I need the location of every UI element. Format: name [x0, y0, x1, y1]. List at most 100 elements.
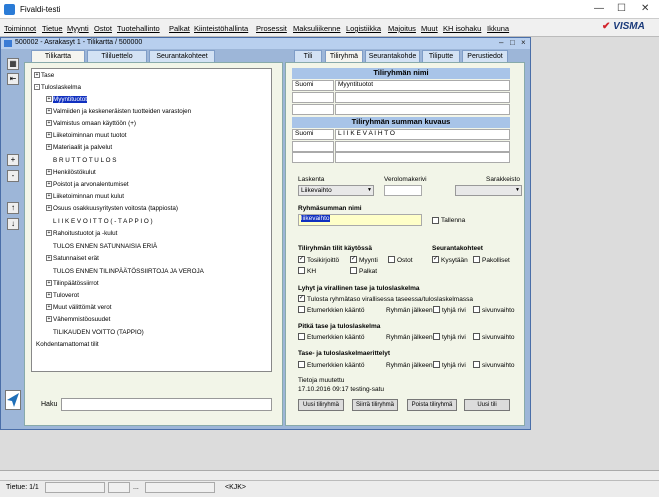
- pitka-sivu-checkbox[interactable]: [473, 333, 480, 340]
- menu-logistiikka[interactable]: Logistiikka: [346, 24, 381, 33]
- group-sum-lang[interactable]: Suomi: [292, 129, 334, 140]
- ryhmasumma-input[interactable]: liikevaihto: [298, 214, 422, 226]
- pitka-etumerkki-checkbox[interactable]: [298, 333, 305, 340]
- tree-node-henkilostokulut[interactable]: + Henkilöstökulut: [46, 169, 96, 176]
- move-group-button[interactable]: Siirrä tiliryhmä: [352, 399, 398, 411]
- exit-icon[interactable]: ⇤: [7, 73, 19, 85]
- menu-majoitus[interactable]: Majoitus: [388, 24, 416, 33]
- expand-icon[interactable]: +: [46, 316, 52, 323]
- close-icon[interactable]: ✕: [641, 3, 649, 14]
- expand-icon[interactable]: +: [46, 169, 52, 176]
- arrow-down-icon[interactable]: ↓: [7, 218, 19, 230]
- expand-icon[interactable]: +: [46, 304, 52, 311]
- group-sum-lang-2[interactable]: [292, 141, 334, 152]
- tree-node-tulos-ennen-satunnaisia[interactable]: TULOS ENNEN SATUNNAISIA ERIÄ: [53, 243, 157, 250]
- menu-ikkuna[interactable]: Ikkuna: [487, 24, 509, 33]
- expand-icon[interactable]: +: [46, 144, 52, 151]
- tree-node-muut-verot[interactable]: + Muut välittömät verot: [46, 304, 111, 311]
- minimize-icon[interactable]: —: [594, 3, 604, 14]
- tree-node-osakkuus[interactable]: + Osuus osakkuusyritysten voitosta (tappi…: [46, 205, 178, 212]
- new-group-button[interactable]: Uusi tiliryhmä: [298, 399, 344, 411]
- lyhyt-etumerkki-checkbox[interactable]: [298, 306, 305, 313]
- tree-node-kohdentamattomat[interactable]: Kohdentamattomat tilit: [36, 341, 99, 348]
- menu-tuotehallinto[interactable]: Tuotehallinto: [117, 24, 160, 33]
- plus-icon[interactable]: +: [7, 154, 19, 166]
- delete-group-button[interactable]: Poista tiliryhmä: [407, 399, 457, 411]
- palkat-checkbox[interactable]: [350, 267, 357, 274]
- menu-prosessit[interactable]: Prosessit: [256, 24, 287, 33]
- expand-icon[interactable]: +: [34, 72, 40, 79]
- tree-node-tuloverot[interactable]: + Tuloverot: [46, 292, 79, 299]
- tree-node-valmistus[interactable]: + Valmistus omaan käyttöön (+): [46, 120, 136, 127]
- group-name-lang-2[interactable]: [292, 92, 334, 103]
- group-sum-lang-3[interactable]: [292, 152, 334, 163]
- group-name-lang[interactable]: Suomi: [292, 80, 334, 91]
- erittely-sivu-checkbox[interactable]: [473, 361, 480, 368]
- tree-node-tilinpaatossiirrot[interactable]: + Tilinpäätössiirrot: [46, 280, 99, 287]
- erittely-tyhja-checkbox[interactable]: [433, 361, 440, 368]
- menu-toiminnot[interactable]: Toiminnot: [4, 24, 36, 33]
- pitka-tyhja-checkbox[interactable]: [433, 333, 440, 340]
- account-tree[interactable]: + Tase - Tuloslaskelma + Myyntituotot + Valm…: [31, 68, 272, 372]
- tree-node-materiaalit[interactable]: + Materiaalit ja palvelut: [46, 144, 112, 151]
- tree-node-bruttotulos[interactable]: B R U T T O T U L O S: [53, 157, 116, 164]
- menu-palkat[interactable]: Palkat: [169, 24, 190, 33]
- lyhyt-tyhja-checkbox[interactable]: [433, 306, 440, 313]
- myynti-checkbox[interactable]: ✓: [350, 256, 357, 263]
- menu-ostot[interactable]: Ostot: [94, 24, 112, 33]
- expand-icon[interactable]: +: [46, 108, 52, 115]
- verolomake-input[interactable]: [384, 185, 422, 196]
- expand-icon[interactable]: +: [46, 120, 52, 127]
- ostot-checkbox[interactable]: [388, 256, 395, 263]
- tositesyotto-checkbox[interactable]: ✓: [298, 256, 305, 263]
- menu-kiinteistohallinta[interactable]: Kiinteistöhallinta: [194, 24, 248, 33]
- save-icon[interactable]: ▦: [7, 58, 19, 70]
- group-sum-input-3[interactable]: [335, 152, 510, 163]
- inner-maximize-icon[interactable]: □: [510, 38, 515, 47]
- tree-node-tulos-ennen-tilinpaatos[interactable]: TULOS ENNEN TILINPÄÄTÖSSIIRTOJA JA VEROJ…: [53, 268, 204, 275]
- group-name-input-2[interactable]: [335, 92, 510, 103]
- tree-node-poistot[interactable]: + Poistot ja arvonalentumiset: [46, 181, 129, 188]
- search-input[interactable]: [61, 398, 272, 411]
- tulosta-ryhmataso-checkbox[interactable]: ✓: [298, 295, 305, 302]
- expand-icon[interactable]: +: [46, 96, 52, 103]
- lyhyt-sivu-checkbox[interactable]: [473, 306, 480, 313]
- group-name-lang-3[interactable]: [292, 104, 334, 115]
- tree-node-tilikauden-voitto[interactable]: TILIKAUDEN VOITTO (TAPPIO): [53, 329, 144, 336]
- group-name-input[interactable]: Myyntituotot: [335, 80, 510, 91]
- tallenna-checkbox[interactable]: [432, 217, 439, 224]
- tree-node-muut-kulut[interactable]: + Liiketoiminnan muut kulut: [46, 193, 124, 200]
- kysytaan-checkbox[interactable]: ✓: [432, 256, 439, 263]
- laskenta-select[interactable]: Liikevaihto ▼: [298, 185, 374, 196]
- tree-node-satunnaiset[interactable]: + Satunnaiset erät: [46, 255, 99, 262]
- expand-icon[interactable]: +: [46, 132, 52, 139]
- tree-node-rahoitus[interactable]: + Rahoitustuotot ja -kulut: [46, 230, 117, 237]
- tree-node-tuloslaskelma[interactable]: - Tuloslaskelma: [34, 84, 81, 91]
- group-sum-input-2[interactable]: [335, 141, 510, 152]
- maximize-icon[interactable]: ☐: [617, 3, 626, 14]
- arrow-up-icon[interactable]: ↑: [7, 202, 19, 214]
- tree-node-liikevoitto[interactable]: L I I K E V O I T T O ( - T A P P I O ): [53, 218, 153, 225]
- inner-close-icon[interactable]: ×: [521, 38, 526, 47]
- group-name-input-3[interactable]: [335, 104, 510, 115]
- tree-node-muut-tuotot[interactable]: + Liiketoiminnan muut tuotot: [46, 132, 127, 139]
- menu-muut[interactable]: Muut: [421, 24, 438, 33]
- tree-node-tase[interactable]: + Tase: [34, 72, 54, 79]
- new-account-button[interactable]: Uusi tili: [464, 399, 510, 411]
- pakolliset-checkbox[interactable]: [473, 256, 480, 263]
- minus-icon[interactable]: -: [7, 170, 19, 182]
- kh-checkbox[interactable]: [298, 267, 305, 274]
- expand-icon[interactable]: +: [46, 280, 52, 287]
- expand-icon[interactable]: +: [46, 205, 52, 212]
- collapse-icon[interactable]: -: [34, 84, 40, 91]
- expand-icon[interactable]: +: [46, 230, 52, 237]
- expand-icon[interactable]: +: [46, 292, 52, 299]
- expand-icon[interactable]: +: [46, 181, 52, 188]
- menu-maksuliikenne[interactable]: Maksuliikenne: [293, 24, 341, 33]
- tree-node-myyntituotot[interactable]: + Myyntituotot: [46, 96, 87, 103]
- menu-kh-isohaku[interactable]: KH isohaku: [443, 24, 481, 33]
- inner-minimize-icon[interactable]: –: [499, 38, 503, 47]
- sarakkeisto-select[interactable]: ▼: [455, 185, 522, 196]
- tree-node-vahemmisto[interactable]: + Vähemmistöosuudet: [46, 316, 110, 323]
- erittely-etumerkki-checkbox[interactable]: [298, 361, 305, 368]
